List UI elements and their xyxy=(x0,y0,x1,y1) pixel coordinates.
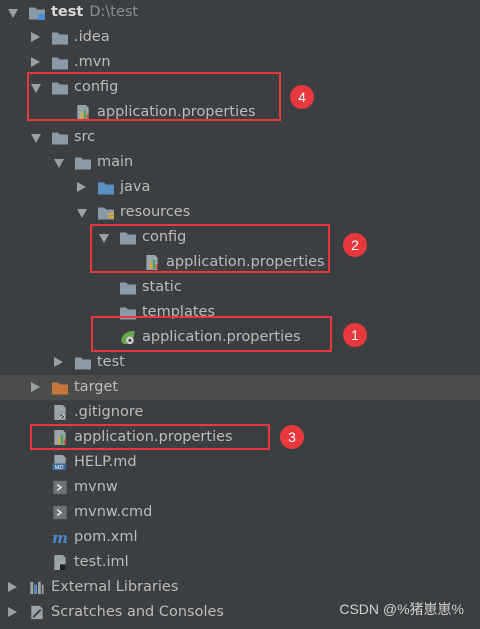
folder-icon xyxy=(119,279,137,296)
root-path: D:\test xyxy=(89,4,139,20)
root-label: test D:\test xyxy=(51,3,138,21)
tree-row-java[interactable]: java xyxy=(0,175,480,200)
folder-icon xyxy=(51,29,69,46)
maven-file-icon: m xyxy=(52,529,68,546)
expand-arrow-icon[interactable] xyxy=(31,32,40,42)
tree-row-idea[interactable]: .idea xyxy=(0,25,480,50)
folder-label: main xyxy=(97,154,134,170)
tree-row-src[interactable]: src xyxy=(0,125,480,150)
shell-script-icon xyxy=(53,480,67,495)
expand-arrow-icon[interactable] xyxy=(54,159,64,168)
markdown-file-icon: MD xyxy=(52,454,66,471)
folder-icon xyxy=(74,354,92,371)
tree-row-iml[interactable]: test.iml xyxy=(0,550,480,575)
file-label: pom.xml xyxy=(74,529,138,545)
tree-row-pom[interactable]: m pom.xml xyxy=(0,525,480,550)
folder-label: resources xyxy=(120,204,191,220)
tree-row-root[interactable]: test D:\test xyxy=(0,0,480,25)
folder-label: .mvn xyxy=(74,54,111,70)
expand-arrow-icon[interactable] xyxy=(8,9,18,18)
module-folder-icon xyxy=(28,4,45,20)
folder-icon xyxy=(74,154,92,171)
folder-label: test xyxy=(97,354,125,370)
file-label: mvnw xyxy=(74,479,118,495)
tree-row-mvnw[interactable]: mvnw xyxy=(0,475,480,500)
tree-row-external-libraries[interactable]: External Libraries xyxy=(0,575,480,600)
annotation-badge-4: 4 xyxy=(290,85,314,109)
source-folder-icon xyxy=(97,179,115,196)
file-label: .gitignore xyxy=(74,404,144,420)
expand-arrow-icon[interactable] xyxy=(31,382,40,392)
folder-label: src xyxy=(74,129,96,145)
folder-icon xyxy=(51,54,69,71)
annotation-box-3 xyxy=(30,424,270,450)
folder-label: java xyxy=(120,179,151,195)
folder-label: target xyxy=(74,379,119,395)
maven-icon-text: m xyxy=(52,529,68,546)
tree-row-resources[interactable]: resources xyxy=(0,200,480,225)
excluded-folder-icon xyxy=(51,379,69,396)
folder-label: Scratches and Consoles xyxy=(51,604,224,620)
folder-label: static xyxy=(142,279,182,295)
tree-row-gitignore[interactable]: .gitignore xyxy=(0,400,480,425)
watermark: CSDN @%猪崽崽% xyxy=(339,601,464,617)
library-icon xyxy=(30,581,44,595)
tree-row-target[interactable]: target xyxy=(0,375,480,400)
tree-row-test[interactable]: test xyxy=(0,350,480,375)
expand-arrow-icon[interactable] xyxy=(8,607,17,617)
file-label: HELP.md xyxy=(74,454,137,470)
expand-arrow-icon[interactable] xyxy=(77,182,86,192)
annotation-box-2 xyxy=(90,224,330,273)
folder-label: .idea xyxy=(74,29,110,45)
expand-arrow-icon[interactable] xyxy=(31,134,41,143)
annotation-badge-3: 3 xyxy=(280,425,304,449)
iml-file-icon xyxy=(54,554,66,571)
md-icon-text: MD xyxy=(55,465,64,471)
shell-script-icon xyxy=(53,505,67,520)
annotation-box-4 xyxy=(27,72,281,121)
folder-icon xyxy=(51,129,69,146)
annotation-box-1 xyxy=(91,316,332,352)
file-label: mvnw.cmd xyxy=(74,504,153,520)
tree-row-main[interactable]: main xyxy=(0,150,480,175)
tree-row-static[interactable]: static xyxy=(0,275,480,300)
expand-arrow-icon[interactable] xyxy=(54,357,63,367)
tree-row-help[interactable]: MD HELP.md xyxy=(0,450,480,475)
expand-arrow-icon[interactable] xyxy=(8,582,17,592)
expand-arrow-icon[interactable] xyxy=(31,57,40,67)
folder-label: External Libraries xyxy=(51,579,179,595)
resources-folder-icon xyxy=(97,204,114,221)
scratches-icon xyxy=(31,605,43,620)
tree-row-mvnw-cmd[interactable]: mvnw.cmd xyxy=(0,500,480,525)
root-name: test xyxy=(51,4,84,20)
annotation-badge-1: 1 xyxy=(343,323,367,347)
expand-arrow-icon[interactable] xyxy=(77,209,87,218)
file-label: test.iml xyxy=(74,554,129,570)
gitignore-file-icon xyxy=(54,404,66,421)
annotation-badge-2: 2 xyxy=(343,233,367,257)
